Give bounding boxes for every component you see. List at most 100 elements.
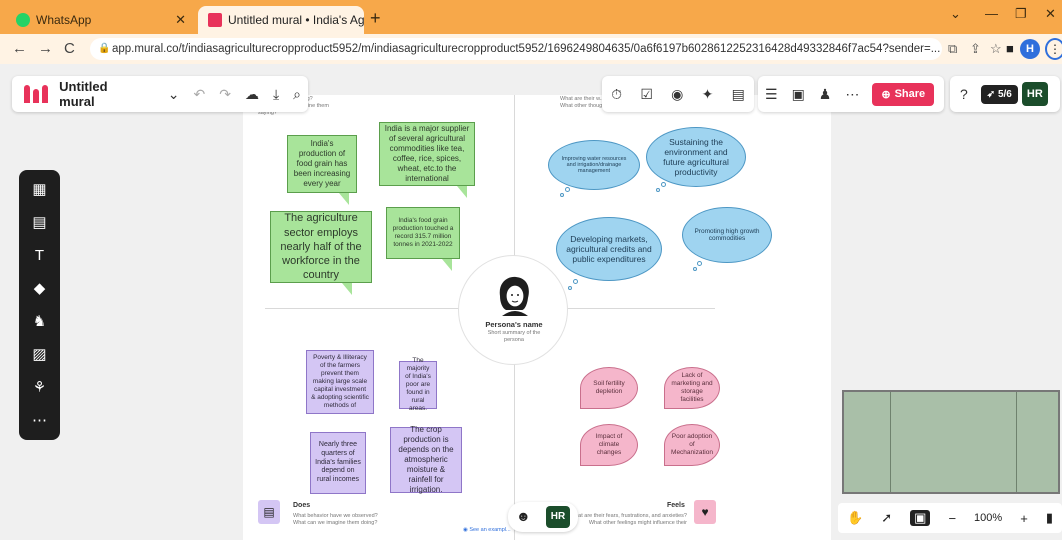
timer-icon[interactable]: ⏱: [611, 86, 622, 103]
collab-tools-toolbar: ⏱ ☑ ◉ ✦ ▤: [602, 76, 754, 112]
browser-tab-bar: WhatsApp ✕ Untitled mural • India's Agri…: [0, 0, 1062, 34]
reactions-panel: ☻ HR: [508, 502, 578, 532]
thought-dot: [697, 261, 702, 266]
laser-pointer-icon[interactable]: ✦: [702, 86, 714, 103]
chevron-down-icon[interactable]: ⌄: [168, 86, 180, 103]
feels-note-2[interactable]: Lack of marketing and storage facilities: [664, 367, 720, 409]
redo-icon[interactable]: ↷: [219, 86, 231, 103]
sticky-note-icon[interactable]: ▤: [30, 213, 50, 233]
url-text: app.mural.co/t/indiasagriculturecropprod…: [112, 43, 941, 55]
close-tab-icon[interactable]: ✕: [175, 12, 186, 28]
mural-logo-icon: [24, 85, 49, 103]
sticky-tail: [342, 283, 352, 295]
online-users-button[interactable]: ➶ 5/6: [980, 84, 1018, 104]
does-note-1[interactable]: Poverty & Illiteracy of the farmers prev…: [306, 350, 374, 414]
share-page-icon[interactable]: ⇪: [970, 41, 981, 57]
thought-dot: [560, 193, 564, 197]
feels-note-3[interactable]: Impact of climate changes: [580, 424, 638, 466]
export-icon[interactable]: ⤓: [273, 86, 279, 103]
persona-circle[interactable]: [458, 255, 568, 365]
feels-note-4[interactable]: Poor adoption of Mechanization: [664, 424, 720, 466]
hand-tool-icon[interactable]: ✋: [847, 510, 863, 526]
thinks-cloud-4[interactable]: Promoting high growth commodities: [682, 207, 772, 263]
thought-dot: [656, 188, 660, 192]
mural-actions-toolbar: ☰ ▣ ♟ ⋯ ⊕ Share: [758, 76, 944, 112]
user-avatar[interactable]: HR: [1021, 82, 1048, 106]
zoom-level[interactable]: 100%: [974, 512, 1002, 524]
mural-icon: [208, 13, 222, 27]
back-button[interactable]: ←: [12, 40, 27, 57]
mural-title-toolbar: Untitled mural ⌄ ↶ ↷ ☁ ⤓ ⌕: [12, 76, 308, 112]
account-toolbar: ? ➶ 5/6 HR: [950, 76, 1060, 112]
says-sticky-2[interactable]: India is a major supplier of several agr…: [379, 122, 475, 186]
restore-button[interactable]: ❐: [1015, 6, 1027, 22]
feels-note-1[interactable]: Soil fertility depletion: [580, 367, 638, 409]
does-note-3[interactable]: Nearly three quarters of India's familie…: [310, 432, 366, 494]
heart-icon: ♥: [694, 500, 716, 524]
minimize-button[interactable]: —: [985, 6, 998, 21]
facilitation-icon[interactable]: ▤: [732, 86, 745, 103]
thought-dot: [693, 267, 697, 271]
persona-summary[interactable]: Short summary of the persona: [480, 330, 548, 344]
share-button[interactable]: ⊕ Share: [872, 82, 935, 106]
does-note-4[interactable]: The crop production is depends on the at…: [390, 425, 462, 494]
comments-icon[interactable]: ▣: [792, 86, 805, 103]
install-icon[interactable]: ⧉: [948, 41, 957, 57]
feels-question: What are their fears, frustrations, and …: [570, 513, 687, 527]
user-avatar[interactable]: HR: [546, 506, 570, 528]
chevron-down-icon[interactable]: ⌄: [950, 6, 961, 22]
persona-avatar-icon: [499, 276, 529, 316]
minimap-toggle-icon[interactable]: ▮: [1046, 510, 1053, 526]
close-window-button[interactable]: ✕: [1045, 6, 1056, 22]
tab-whatsapp[interactable]: WhatsApp ✕: [6, 6, 196, 34]
voting-icon[interactable]: ☑: [640, 86, 653, 103]
more-icon[interactable]: ⋯: [845, 86, 859, 103]
does-icon: ▤: [258, 500, 280, 524]
says-sticky-4[interactable]: India's food grain production touched a …: [386, 207, 460, 259]
present-icon[interactable]: ▣: [910, 510, 931, 526]
thinks-cloud-3[interactable]: Developing markets, agricultural credits…: [556, 217, 662, 281]
reload-button[interactable]: C: [64, 40, 75, 57]
text-icon[interactable]: T: [30, 246, 50, 266]
mural-title[interactable]: Untitled mural: [59, 79, 144, 109]
tab-title: Untitled mural • India's Agricultu: [228, 13, 364, 27]
frameworks-icon[interactable]: ⚘: [30, 378, 50, 398]
persona-name[interactable]: Persona's name: [474, 320, 554, 329]
undo-icon[interactable]: ↶: [193, 86, 205, 103]
thinks-cloud-1[interactable]: Improving water resources and irrigation…: [548, 140, 640, 190]
more-tools-icon[interactable]: ⋯: [30, 411, 50, 431]
new-tab-button[interactable]: +: [370, 8, 381, 29]
lock-icon: 🔒: [98, 43, 111, 54]
sidepanel-icon[interactable]: ■: [1006, 41, 1014, 56]
zoom-out-button[interactable]: −: [948, 511, 956, 526]
thought-dot: [573, 279, 578, 284]
says-sticky-1[interactable]: India's production of food grain has bee…: [287, 135, 357, 193]
templates-icon[interactable]: ▦: [30, 180, 50, 200]
tab-mural[interactable]: Untitled mural • India's Agricultu ✕: [198, 6, 364, 34]
browser-menu-icon[interactable]: ⋮: [1045, 38, 1062, 60]
outline-icon[interactable]: ☰: [765, 86, 778, 103]
image-icon[interactable]: ▨: [30, 345, 50, 365]
zoom-in-button[interactable]: +: [1020, 511, 1028, 526]
star-icon[interactable]: ☆: [990, 41, 1002, 57]
forward-button[interactable]: →: [38, 40, 53, 57]
does-label: Does: [293, 502, 311, 509]
shapes-icon[interactable]: ◆: [30, 279, 50, 299]
private-mode-icon[interactable]: ◉: [671, 86, 683, 103]
url-field[interactable]: 🔒 app.mural.co/t/indiasagriculturecroppr…: [90, 38, 942, 60]
does-note-2[interactable]: The majority of India's poor are found i…: [399, 357, 437, 412]
cloud-sync-icon[interactable]: ☁: [245, 86, 259, 103]
left-toolbar: ▦ ▤ T ◆ ♞ ▨ ⚘ ⋯: [19, 170, 60, 440]
members-icon[interactable]: ♟: [819, 86, 832, 103]
says-sticky-3[interactable]: The agriculture sector employs nearly ha…: [270, 211, 372, 283]
profile-avatar[interactable]: H: [1020, 39, 1040, 59]
help-icon[interactable]: ?: [960, 86, 968, 102]
whatsapp-icon: [16, 13, 30, 27]
pointer-tool-icon[interactable]: ➚: [881, 510, 892, 526]
minimap[interactable]: [842, 390, 1060, 494]
thinks-cloud-2[interactable]: Sustaining the environment and future ag…: [646, 127, 746, 187]
see-example-link[interactable]: ◉ See an exampl...: [463, 527, 511, 534]
search-icon[interactable]: ⌕: [293, 86, 301, 103]
icons-icon[interactable]: ♞: [30, 312, 50, 332]
emoji-reaction-icon[interactable]: ☻: [516, 508, 531, 524]
